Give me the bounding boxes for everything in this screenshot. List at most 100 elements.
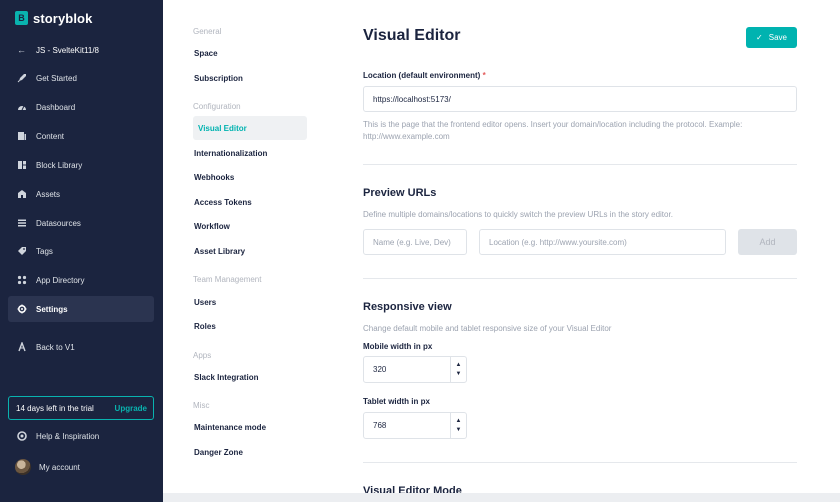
sidebar-item-assets[interactable]: Assets <box>8 181 154 207</box>
divider <box>363 278 797 279</box>
preview-location-input[interactable]: Location (e.g. http://www.yoursite.com) <box>479 229 726 255</box>
sidebar-item-label: Back to V1 <box>36 342 75 352</box>
sidebar-item-back-to-v1[interactable]: Back to V1 <box>8 334 154 360</box>
sidebar: B storyblok ← JS - SvelteKit11/8 Get Sta… <box>0 0 163 493</box>
horizontal-scrollbar[interactable] <box>163 493 840 502</box>
avatar <box>15 459 31 475</box>
subnav-heading-misc: Misc <box>193 401 210 410</box>
subnav-item-danger-zone[interactable]: Danger Zone <box>193 440 307 464</box>
trial-banner: 14 days left in the trial Upgrade <box>8 396 154 420</box>
location-help-line2: http://www.example.com <box>363 131 450 141</box>
sidebar-item-datasources[interactable]: Datasources <box>8 210 154 236</box>
subnav-heading-configuration: Configuration <box>193 102 241 111</box>
rocket-icon <box>17 73 27 83</box>
lifebuoy-icon <box>17 431 27 441</box>
sidebar-item-get-started[interactable]: Get Started <box>8 65 154 91</box>
subnav-heading-apps: Apps <box>193 351 212 360</box>
back-v1-icon <box>17 342 27 352</box>
chevron-down-icon[interactable]: ▼ <box>456 427 462 433</box>
check-icon: ✓ <box>756 33 763 42</box>
location-label-text: Location (default environment) <box>363 71 481 80</box>
location-input[interactable]: https://localhost:5173/ <box>363 86 797 112</box>
sidebar-item-tags[interactable]: Tags <box>8 238 154 264</box>
stepper-arrows[interactable]: ▲ ▼ <box>450 357 466 382</box>
responsive-view-help: Change default mobile and tablet respons… <box>363 324 612 333</box>
subnav-item-roles[interactable]: Roles <box>193 314 307 338</box>
upgrade-link[interactable]: Upgrade <box>115 404 147 413</box>
add-preview-button[interactable]: Add <box>738 229 797 255</box>
save-label: Save <box>768 33 787 42</box>
location-help: This is the page that the frontend edito… <box>363 119 742 142</box>
sidebar-item-label: Settings <box>36 304 68 314</box>
apps-icon <box>17 275 27 285</box>
space-name: JS - SvelteKit11/8 <box>36 45 99 55</box>
sidebar-item-label: Dashboard <box>36 102 76 112</box>
responsive-view-title: Responsive view <box>363 301 452 313</box>
sidebar-item-dashboard[interactable]: Dashboard <box>8 94 154 120</box>
subnav-item-maintenance-mode[interactable]: Maintenance mode <box>193 415 307 439</box>
divider <box>363 462 797 463</box>
space-switcher[interactable]: ← JS - SvelteKit11/8 <box>17 43 99 57</box>
mobile-width-label: Mobile width in px <box>363 342 433 351</box>
sidebar-item-app-directory[interactable]: App Directory <box>8 267 154 293</box>
location-label: Location (default environment) * <box>363 71 486 80</box>
subnav-item-visual-editor[interactable]: Visual Editor <box>193 116 307 140</box>
datasources-icon <box>17 218 27 228</box>
brand[interactable]: B storyblok <box>15 10 92 26</box>
subnav-item-workflow[interactable]: Workflow <box>193 214 307 238</box>
stepper-arrows[interactable]: ▲ ▼ <box>450 413 466 438</box>
settings-subnav: General Space Subscription Configuration… <box>163 0 323 493</box>
sidebar-item-help[interactable]: Help & Inspiration <box>8 423 154 449</box>
gear-icon <box>17 304 27 314</box>
subnav-heading-general: General <box>193 27 222 36</box>
preview-urls-help: Define multiple domains/locations to qui… <box>363 210 673 219</box>
sidebar-item-label: Tags <box>36 246 53 256</box>
storyblok-logo-icon: B <box>15 11 28 25</box>
subnav-item-slack-integration[interactable]: Slack Integration <box>193 365 307 389</box>
tablet-width-value: 768 <box>373 421 387 430</box>
account-label: My account <box>39 462 80 472</box>
help-label: Help & Inspiration <box>36 431 100 441</box>
chevron-down-icon[interactable]: ▼ <box>456 371 462 377</box>
tablet-width-stepper[interactable]: 768 ▲ ▼ <box>363 412 467 439</box>
gauge-icon <box>17 102 27 112</box>
sidebar-item-label: Content <box>36 131 65 141</box>
subnav-item-asset-library[interactable]: Asset Library <box>193 239 307 263</box>
sidebar-item-label: Get Started <box>36 73 77 83</box>
back-arrow-icon: ← <box>17 45 26 55</box>
page-title: Visual Editor <box>363 27 461 44</box>
chevron-up-icon[interactable]: ▲ <box>456 362 462 368</box>
sidebar-item-content[interactable]: Content <box>8 123 154 149</box>
blocks-icon <box>17 160 27 170</box>
trial-text: 14 days left in the trial <box>16 403 94 413</box>
sidebar-item-label: Datasources <box>36 218 81 228</box>
sidebar-item-settings[interactable]: Settings <box>8 296 154 322</box>
subnav-item-space[interactable]: Space <box>193 41 307 65</box>
sidebar-item-account[interactable]: My account <box>8 454 154 480</box>
main-content: Visual Editor ✓ Save Location (default e… <box>363 0 797 493</box>
preview-urls-title: Preview URLs <box>363 187 437 199</box>
divider <box>363 164 797 165</box>
location-help-line1: This is the page that the frontend edito… <box>363 120 743 129</box>
mobile-width-value: 320 <box>373 365 387 374</box>
preview-name-input[interactable]: Name (e.g. Live, Dev) <box>363 229 467 255</box>
subnav-item-webhooks[interactable]: Webhooks <box>193 165 307 189</box>
sidebar-footer-strip <box>0 493 163 502</box>
subnav-item-users[interactable]: Users <box>193 290 307 314</box>
save-button[interactable]: ✓ Save <box>746 27 797 48</box>
content-icon <box>17 131 27 141</box>
subnav-item-internationalization[interactable]: Internationalization <box>193 141 307 165</box>
assets-icon <box>17 189 27 199</box>
mobile-width-stepper[interactable]: 320 ▲ ▼ <box>363 356 467 383</box>
required-mark: * <box>482 71 486 80</box>
subnav-item-access-tokens[interactable]: Access Tokens <box>193 190 307 214</box>
chevron-up-icon[interactable]: ▲ <box>456 418 462 424</box>
sidebar-item-label: Block Library <box>36 160 83 170</box>
brand-name: storyblok <box>33 10 93 26</box>
sidebar-item-block-library[interactable]: Block Library <box>8 152 154 178</box>
visual-editor-mode-title: Visual Editor Mode <box>363 485 462 493</box>
subnav-item-subscription[interactable]: Subscription <box>193 66 307 90</box>
tablet-width-label: Tablet width in px <box>363 397 430 406</box>
subnav-heading-team-management: Team Management <box>193 275 262 284</box>
sidebar-item-label: Assets <box>36 189 61 199</box>
